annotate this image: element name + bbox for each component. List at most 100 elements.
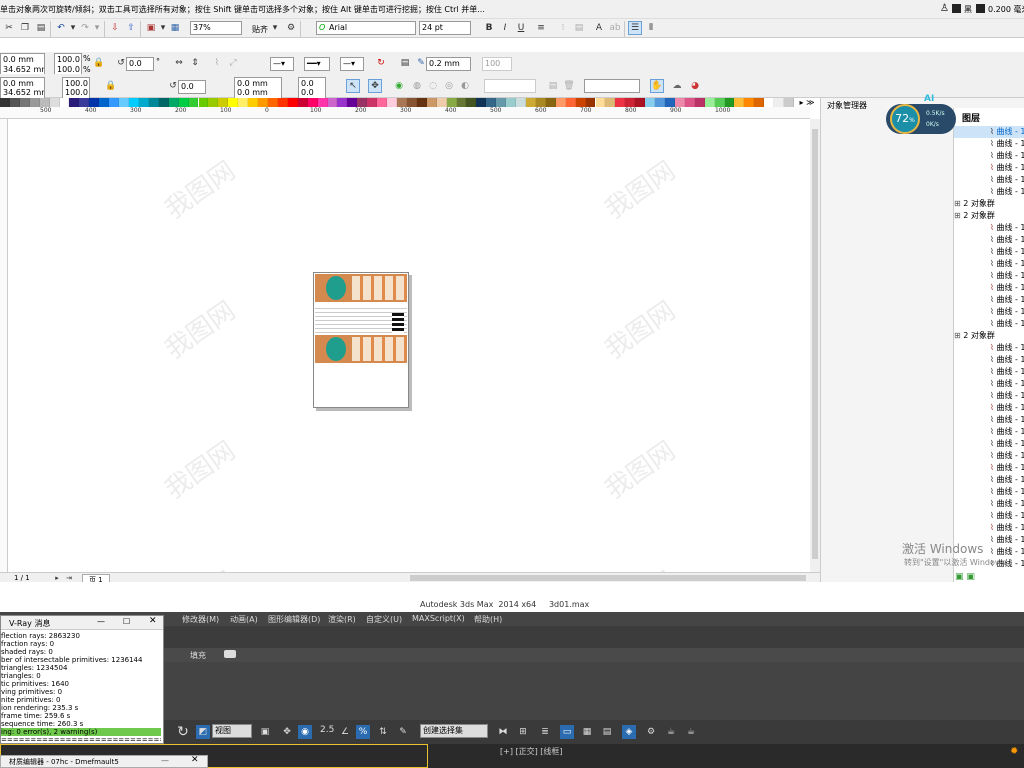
lock-ratio-icon[interactable]: 🔒 — [92, 56, 106, 70]
select-tool-icon[interactable]: ↖ — [346, 79, 360, 93]
palette-swatch[interactable] — [347, 98, 358, 107]
palette-swatch[interactable] — [148, 98, 159, 107]
scale-tool-icon[interactable]: ◩ — [196, 725, 210, 739]
reshape-icon[interactable]: ⤢ — [226, 56, 240, 70]
palette-swatch[interactable] — [605, 98, 616, 107]
max-menu-item[interactable]: 修改器(M) — [182, 614, 219, 625]
schematic-view-icon[interactable]: ▤ — [600, 725, 614, 739]
copy-style-icon[interactable]: ▤ — [546, 79, 560, 93]
material-editor-icon[interactable]: ◈ — [622, 725, 636, 739]
palette-swatch[interactable] — [555, 98, 566, 107]
palette-swatch[interactable] — [277, 98, 288, 107]
share-icon[interactable]: ◕ — [688, 79, 702, 93]
palette-swatch[interactable] — [476, 98, 487, 107]
palette-swatch[interactable] — [367, 98, 378, 107]
render-frame-icon[interactable]: ☕ — [664, 725, 678, 739]
palette-swatch[interactable] — [138, 98, 149, 107]
object-curve-row[interactable]: ⌇ 曲线 - 1 — [954, 498, 1024, 510]
palette-swatch[interactable] — [59, 98, 70, 107]
palette-swatch[interactable] — [9, 98, 20, 107]
bold-icon[interactable]: B — [482, 21, 496, 35]
palette-swatch[interactable] — [168, 98, 179, 107]
palette-swatch[interactable] — [724, 98, 735, 107]
vray-maximize-icon[interactable]: ☐ — [123, 617, 130, 626]
expand-group-icon[interactable]: ⊞ — [954, 331, 963, 340]
intersect-icon[interactable]: ◎ — [442, 79, 456, 93]
cloud-icon[interactable]: ☁ — [670, 79, 684, 93]
rotation-field-2[interactable]: 0.0 — [178, 80, 206, 94]
palette-swatch[interactable] — [327, 98, 338, 107]
palette-swatch[interactable] — [297, 98, 308, 107]
object-curve-row[interactable]: ⌇ 曲线 - 1 — [954, 150, 1024, 162]
smooth-icon[interactable]: ⌇ — [210, 56, 224, 70]
vertical-scrollbar[interactable] — [810, 119, 820, 572]
palette-swatch[interactable] — [635, 98, 646, 107]
palette-swatch[interactable] — [674, 98, 685, 107]
start-arrow-select[interactable]: —▾ — [270, 57, 294, 71]
simplify-icon[interactable]: ◐ — [458, 79, 472, 93]
fill-tab[interactable]: 填充 — [190, 650, 206, 661]
palette-swatch[interactable] — [526, 98, 536, 107]
palette-swatch[interactable] — [178, 98, 189, 107]
delete-icon[interactable]: 🗑 — [562, 79, 576, 93]
weld-icon[interactable]: ◍ — [410, 79, 424, 93]
palette-swatch[interactable] — [248, 98, 259, 107]
object-curve-row[interactable]: ⌇ 曲线 - 1 — [954, 378, 1024, 390]
palette-swatch[interactable] — [0, 98, 10, 107]
palette-swatch[interactable] — [89, 98, 100, 107]
object-curve-row[interactable]: ⌇ 曲线 - 1 — [954, 354, 1024, 366]
palette-swatch[interactable] — [595, 98, 606, 107]
viewcube-icon[interactable]: ✹ — [1010, 746, 1018, 757]
object-curve-row[interactable]: ⌇ 曲线 - 1 — [954, 474, 1024, 486]
object-curve-row[interactable]: ⌇ 曲线 - 1 — [954, 414, 1024, 426]
minimize-icon[interactable]: — — [161, 756, 169, 765]
palette-swatch[interactable] — [456, 98, 467, 107]
object-curve-row[interactable]: ⌇ 曲线 - 1 — [954, 306, 1024, 318]
palette-swatch[interactable] — [506, 98, 517, 107]
font-size-select[interactable]: 24 pt — [419, 21, 471, 35]
palette-scroll-icon[interactable]: ▸ ≫ — [794, 98, 820, 107]
rotation-angle-field[interactable]: 0.0 — [126, 57, 154, 71]
dropcap-icon[interactable]: ▤ — [572, 21, 586, 35]
palette-swatch[interactable] — [585, 98, 596, 107]
object-curve-row[interactable]: ⌇ 曲线 - 1 — [954, 390, 1024, 402]
snap-to-label[interactable]: 贴齐 — [252, 24, 268, 35]
pan-tool-icon[interactable]: ✋ — [650, 79, 664, 93]
export-icon[interactable]: ⇧ — [124, 21, 138, 35]
drawing-canvas[interactable] — [9, 120, 809, 572]
palette-swatch[interactable] — [406, 98, 417, 107]
align-icon[interactable]: ≡ — [534, 21, 548, 35]
color-palette[interactable] — [0, 98, 806, 107]
italic-icon[interactable]: I — [498, 21, 512, 35]
ribbon-toggle-icon[interactable] — [224, 650, 236, 658]
render-setup-icon[interactable]: ⚙ — [644, 725, 658, 739]
object-group-row[interactable]: ⊞ 2 对象群 — [954, 198, 1024, 210]
palette-swatch[interactable] — [565, 98, 576, 107]
palette-swatch[interactable] — [158, 98, 169, 107]
object-curve-row[interactable]: ⌇ 曲线 - 1 — [954, 270, 1024, 282]
palette-swatch[interactable] — [704, 98, 715, 107]
palette-swatch[interactable] — [516, 98, 527, 107]
lock-ratio-icon-2[interactable]: 🔒 — [104, 79, 118, 93]
palette-swatch[interactable] — [744, 98, 755, 107]
vray-messages-window[interactable]: V-Ray 消息 — ☐ ✕ flection rays: 2863230 fra… — [0, 615, 164, 744]
object-curve-row[interactable]: ⌇ 曲线 - 1 — [954, 282, 1024, 294]
snap-2-5-label[interactable]: 2.5 — [320, 725, 334, 735]
shape-add-icon[interactable]: ◉ — [392, 79, 406, 93]
fill-select[interactable] — [584, 79, 640, 93]
palette-swatch[interactable] — [436, 98, 447, 107]
palette-swatch[interactable] — [258, 98, 268, 107]
object-curve-row[interactable]: ⌇ 曲线 - 1 — [954, 366, 1024, 378]
spinner-snap-icon[interactable]: ⇅ — [376, 725, 390, 739]
palette-swatch[interactable] — [714, 98, 725, 107]
curve-editor-icon[interactable]: ▦ — [580, 725, 594, 739]
palette-swatch[interactable] — [426, 98, 437, 107]
bullet-list-icon[interactable]: ⁝ — [556, 21, 570, 35]
material-editor-window[interactable]: 材质编辑器 - 07hc - Dmefmault5 — ✕ — [0, 755, 208, 768]
palette-swatch[interactable] — [99, 98, 110, 107]
palette-swatch[interactable] — [29, 98, 40, 107]
curve-nodes-field[interactable]: 100 — [482, 57, 512, 71]
palette-swatch[interactable] — [79, 98, 90, 107]
palette-swatch[interactable] — [754, 98, 765, 107]
object-curve-row[interactable]: ⌇ 曲线 - 1 — [954, 174, 1024, 186]
